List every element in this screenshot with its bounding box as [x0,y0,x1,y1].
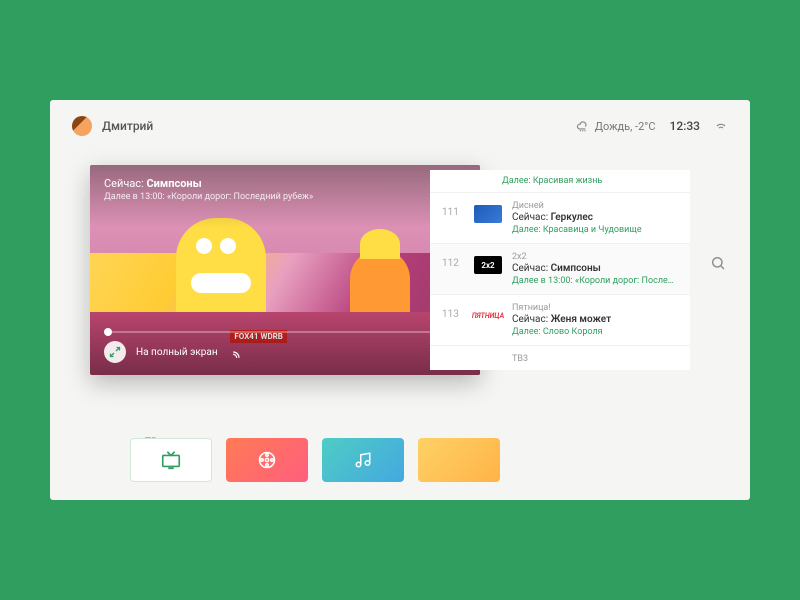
channel-logo-2x2: 2x2 [474,256,502,274]
wifi-icon [714,119,728,133]
channel-item[interactable]: ТВ3 [430,346,690,370]
channel-name: ТВ3 [512,354,678,364]
channel-name: Дисней [512,201,678,211]
channel-item[interactable]: 112 2x2 2x2 Сейчас: Симпсоны Далее в 13:… [430,244,690,295]
channel-list[interactable]: Далее: Красивая жизнь 111 Дисней Сейчас:… [430,170,690,370]
dock-other[interactable] [418,438,500,482]
channel-now: Сейчас: Геркулес [512,212,678,223]
channel-name: Пятница! [512,303,678,313]
header-status: Дождь, -2°C 12:33 [576,119,728,133]
username: Дмитрий [102,119,153,133]
cast-icon[interactable] [232,345,246,359]
channel-item[interactable]: 113 ПЯТНИЦА Пятница! Сейчас: Женя может … [430,295,690,346]
dock-movies[interactable] [226,438,308,482]
channel-logo-friday: ПЯТНИЦА [474,307,502,325]
weather-widget[interactable]: Дождь, -2°C [576,119,656,133]
video-player[interactable]: FOX41 WDRB Сейчас: Симпсоны Далее в 13:0… [90,165,480,375]
up-next: Далее в 13:00: «Короли дорог: Последний … [104,192,466,202]
avatar[interactable] [72,116,92,136]
channel-next: Далее: Красавица и Чудовище [512,225,678,235]
header: Дмитрий Дождь, -2°C 12:33 [50,100,750,152]
dock-music[interactable] [322,438,404,482]
weather-text: Дождь, -2°C [595,120,656,133]
channel-next: Далее: Слово Короля [512,327,678,337]
fullscreen-button[interactable] [104,341,126,363]
channel-logo [474,358,502,370]
music-icon [354,451,372,469]
search-button[interactable] [710,255,726,271]
film-icon [257,450,277,470]
prev-channel-next: Далее: Красивая жизнь [430,170,690,193]
dock-tv[interactable] [130,438,212,482]
channel-number: 112 [442,252,464,269]
channel-name: 2x2 [512,252,678,262]
user-section[interactable]: Дмитрий [72,116,153,136]
tv-icon [160,449,182,471]
channel-next: Далее в 13:00: «Короли дорог: Последний … [512,276,678,286]
channel-number: 113 [442,303,464,320]
channel-number: 111 [442,201,464,218]
fullscreen-label: На полный экран [136,347,218,358]
player-info: Сейчас: Симпсоны Далее в 13:00: «Короли … [104,177,466,202]
time-remaining: - 0:26:19 [104,309,466,319]
channel-now: Сейчас: Симпсоны [512,263,678,274]
channel-now: Сейчас: Женя может [512,314,678,325]
clock: 12:33 [670,119,700,133]
progress-bar[interactable] [104,331,466,333]
now-playing-title: Сейчас: Симпсоны [104,177,466,190]
player-controls: На полный экран [104,341,466,363]
channel-logo-disney [474,205,502,223]
channel-item[interactable]: 111 Дисней Сейчас: Геркулес Далее: Краса… [430,193,690,244]
rain-icon [576,119,590,133]
dock [130,438,500,482]
channel-number [442,354,464,360]
app-window: Дмитрий Дождь, -2°C 12:33 FOX41 WDRB Сей… [50,100,750,500]
player-overlay: Сейчас: Симпсоны Далее в 13:00: «Короли … [90,165,480,375]
player-controls-area: - 0:26:19 На полный экран [104,309,466,363]
